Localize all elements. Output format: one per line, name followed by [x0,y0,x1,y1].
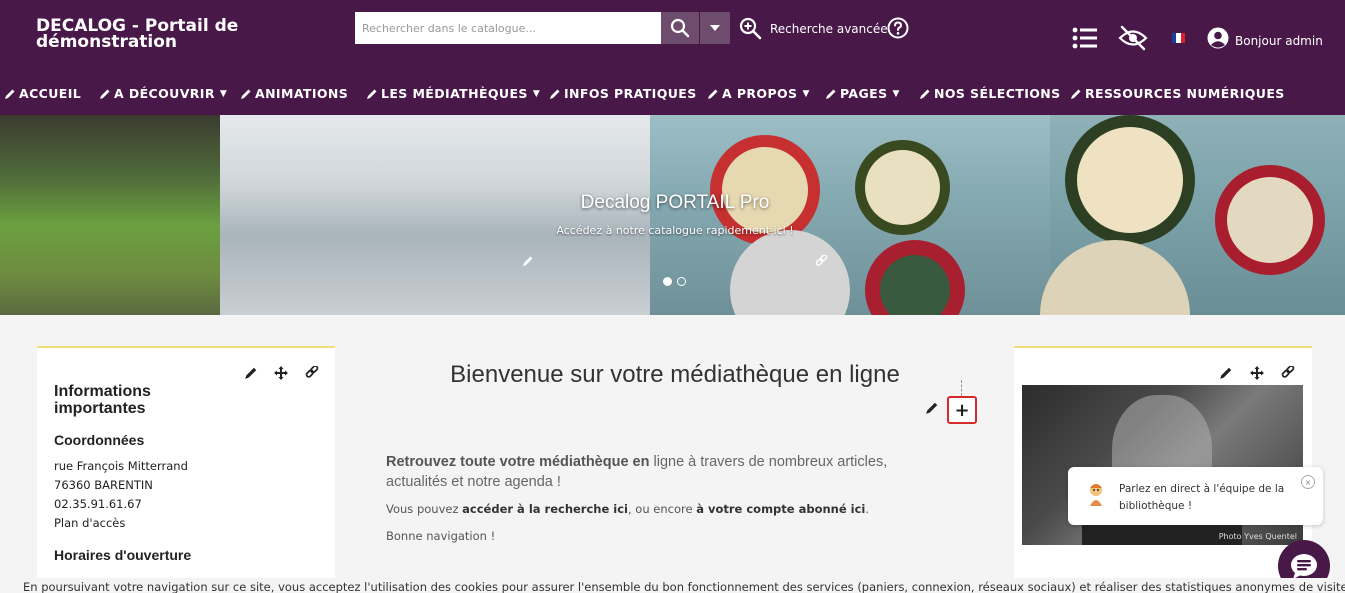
nav-item-animations[interactable]: ANIMATIONS [240,86,348,101]
pencil-icon [367,89,377,99]
closing-paragraph: Bonne navigation ! [386,529,496,543]
user-greeting[interactable]: Bonjour admin [1235,34,1323,48]
banner-photo-library [0,115,220,315]
nav-item-pages[interactable]: PAGES ▼ [825,86,900,101]
add-block-button[interactable]: + [947,396,977,424]
search-input[interactable] [355,12,661,44]
advanced-search-link[interactable]: Recherche avancée [770,22,888,36]
contact-heading: Coordonnées [54,432,145,448]
site-brand[interactable]: DECALOG - Portail de démonstration [36,18,276,51]
top-header: DECALOG - Portail de démonstration Reche… [0,0,1345,115]
mascot-icon [1090,484,1102,506]
info-card-title: Informations importantes [54,383,151,417]
hero-carousel[interactable]: Decalog PORTAIL Pro Accédez à notre cata… [0,115,1345,315]
pencil-icon [708,89,718,99]
drop-guide [961,380,962,396]
nav-item-a-propos[interactable]: A PROPOS ▼ [707,86,810,101]
nav-item-les-mediatheques[interactable]: LES MÉDIATHÈQUES ▼ [366,86,540,101]
account-here-link[interactable]: ici [851,502,866,516]
main-navigation: ACCUEIL A DÉCOUVRIR ▼ ANIMATIONS LES MÉDI… [0,80,1345,110]
pencil-icon[interactable] [925,401,939,415]
nav-item-ressources-numeriques[interactable]: RESSOURCES NUMÉRIQUES [1070,86,1285,101]
help-icon[interactable] [886,16,910,40]
nav-item-a-decouvrir[interactable]: A DÉCOUVRIR ▼ [99,86,227,101]
banner-title: Decalog PORTAIL Pro [580,192,770,213]
page-title: Bienvenue sur votre médiathèque en ligne [450,361,900,388]
banner-subtitle[interactable]: Accédez à notre catalogue rapidement ici… [520,224,830,237]
carousel-dot-2[interactable] [677,277,686,286]
pencil-icon[interactable] [522,255,534,267]
links-paragraph: Vous pouvez accéder à la recherche ici, … [386,502,870,516]
pencil-icon [920,89,930,99]
caret-down-icon: ▼ [802,88,810,99]
nav-item-infos-pratiques[interactable]: INFOS PRATIQUES [549,86,697,101]
pencil-icon[interactable] [244,366,258,380]
cookie-consent-bar[interactable]: En poursuivant votre navigation sur ce s… [0,578,1345,593]
photo-caption: Photo Yves Quentel [1218,532,1297,541]
pencil-icon [826,89,836,99]
nav-item-accueil[interactable]: ACCUEIL [4,86,81,101]
phone-number: 02.35.91.61.67 [54,497,142,511]
move-icon[interactable] [274,366,288,380]
pencil-icon [241,89,251,99]
move-icon[interactable] [1250,366,1264,380]
nav-item-nos-selections[interactable]: NOS SÉLECTIONS [919,86,1061,101]
list-icon[interactable] [1072,27,1098,49]
search-here-link[interactable]: ici [613,502,628,516]
hours-heading: Horaires d'ouverture [54,547,192,563]
map-link[interactable]: Plan d'accès [54,516,125,530]
pencil-icon [5,89,15,99]
pencil-icon[interactable] [1219,366,1233,380]
address-line-2: 76360 BARENTIN [54,478,153,492]
chat-invite-text: Parlez en direct à l'équipe de la biblio… [1119,483,1285,512]
user-icon[interactable] [1207,27,1229,49]
caret-down-icon: ▼ [532,88,541,99]
pencil-icon [1071,89,1081,99]
search-icon [670,18,690,38]
banner-photo-children [1040,115,1345,315]
pencil-icon [550,89,560,99]
pencil-icon [100,89,110,99]
caret-down-icon: ▼ [219,88,228,99]
banner-photo-portholes [650,115,1050,315]
chevron-down-icon [710,25,720,31]
banner-photo-reading-room [220,115,650,315]
intro-paragraph: Retrouvez toute votre médiathèque en lig… [386,454,888,490]
carousel-dot-1[interactable] [663,277,672,286]
link-icon[interactable] [305,366,319,380]
link-icon[interactable] [1281,366,1295,380]
address-line-1: rue François Mitterrand [54,459,188,473]
eye-slash-icon[interactable] [1118,25,1148,51]
chat-invite-bubble[interactable]: Parlez en direct à l'équipe de la biblio… [1068,467,1323,525]
zoom-in-icon[interactable] [738,16,762,40]
language-flag-icon[interactable] [1172,33,1185,43]
chat-icon [1291,554,1317,579]
caret-down-icon: ▼ [892,88,900,99]
search-scope-dropdown[interactable] [700,12,730,44]
search-button[interactable] [661,12,699,44]
link-icon[interactable] [815,255,828,268]
close-icon[interactable]: × [1301,475,1315,489]
